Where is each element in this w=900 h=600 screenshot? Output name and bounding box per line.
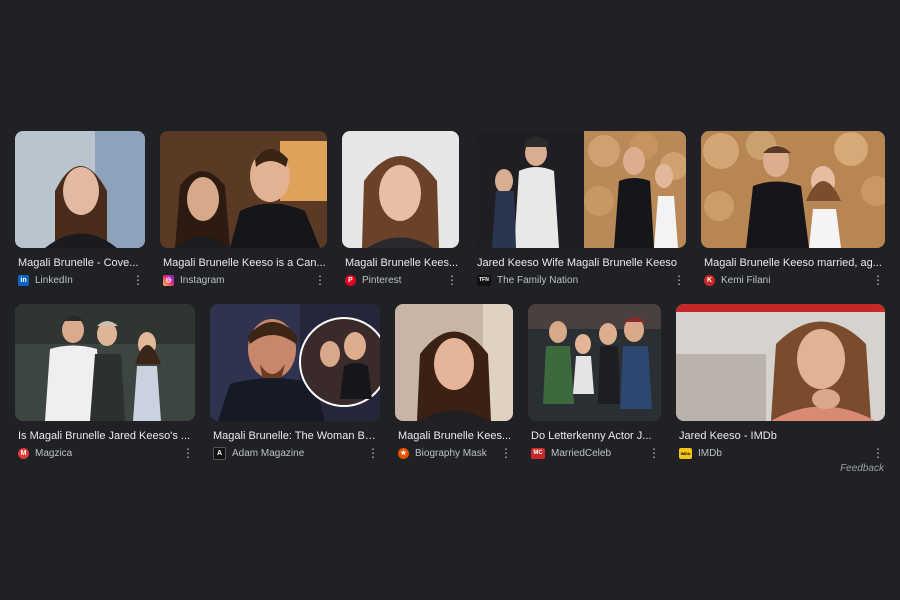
result-thumbnail[interactable] (160, 131, 327, 248)
result-source-row: TFN The Family Nation ⋮ (474, 273, 686, 287)
the-family-nation-icon: TFN (477, 274, 491, 286)
result-thumbnail[interactable] (15, 131, 145, 248)
result-source-row: A Adam Magazine ⋮ (210, 446, 380, 460)
more-options-icon[interactable]: ⋮ (131, 274, 145, 286)
more-options-icon[interactable]: ⋮ (672, 274, 686, 286)
result-title[interactable]: Magali Brunelle Kees... (342, 256, 459, 270)
result-source[interactable]: LinkedIn (35, 275, 131, 286)
more-options-icon[interactable]: ⋮ (647, 447, 661, 459)
more-options-icon[interactable]: ⋮ (871, 447, 885, 459)
result-source-row: K Kemi Filani ⋮ (701, 273, 885, 287)
more-options-icon[interactable]: ⋮ (445, 274, 459, 286)
more-options-icon[interactable]: ⋮ (871, 274, 885, 286)
result-card[interactable]: Magali Brunelle Keeso is a Can... ◎ Inst… (160, 131, 327, 287)
result-source[interactable]: Magzica (35, 448, 181, 459)
result-source-row: ★ Biography Mask ⋮ (395, 446, 513, 460)
result-source-row: ◎ Instagram ⋮ (160, 273, 327, 287)
result-thumbnail[interactable] (210, 304, 380, 421)
result-source[interactable]: The Family Nation (497, 275, 672, 286)
result-thumbnail[interactable] (474, 131, 686, 248)
result-card[interactable]: Jared Keeso - IMDb IMDb IMDb ⋮ (676, 304, 885, 460)
result-title[interactable]: Magali Brunelle Keeso is a Can... (160, 256, 327, 270)
result-card[interactable]: Do Letterkenny Actor J... MC MarriedCele… (528, 304, 661, 460)
feedback-link[interactable]: Feedback (840, 463, 884, 474)
instagram-icon: ◎ (163, 274, 174, 286)
result-thumbnail[interactable] (15, 304, 195, 421)
result-thumbnail[interactable] (676, 304, 885, 421)
kemi-filani-icon: K (704, 274, 715, 286)
more-options-icon[interactable]: ⋮ (313, 274, 327, 286)
linkedin-icon: in (18, 274, 29, 286)
result-thumbnail[interactable] (528, 304, 661, 421)
result-source[interactable]: Pinterest (362, 275, 445, 286)
result-card[interactable]: Magali Brunelle - Cove... in LinkedIn ⋮ (15, 131, 145, 287)
result-source-row: MC MarriedCeleb ⋮ (528, 446, 661, 460)
result-card[interactable]: Magali Brunelle Kees... ★ Biography Mask… (395, 304, 513, 460)
result-title[interactable]: Jared Keeso - IMDb (676, 429, 885, 443)
biography-mask-icon: ★ (398, 447, 409, 459)
result-title[interactable]: Magali Brunelle - Cove... (15, 256, 145, 270)
result-title[interactable]: Magali Brunelle Kees... (395, 429, 513, 443)
result-card[interactable]: Is Magali Brunelle Jared Keeso's ... M M… (15, 304, 195, 460)
magzica-icon: M (18, 447, 29, 459)
result-thumbnail[interactable] (701, 131, 885, 248)
result-source[interactable]: IMDb (698, 448, 871, 459)
pinterest-icon: P (345, 274, 356, 286)
adam-magazine-icon: A (213, 446, 226, 460)
more-options-icon[interactable]: ⋮ (499, 447, 513, 459)
result-source[interactable]: Instagram (180, 275, 313, 286)
result-card[interactable]: Jared Keeso Wife Magali Brunelle Keeso T… (474, 131, 686, 287)
result-source[interactable]: Biography Mask (415, 448, 499, 459)
result-source-row: M Magzica ⋮ (15, 446, 195, 460)
result-title[interactable]: Jared Keeso Wife Magali Brunelle Keeso (474, 256, 686, 270)
result-thumbnail[interactable] (342, 131, 459, 248)
result-title[interactable]: Magali Brunelle: The Woman Be... (210, 429, 380, 443)
result-title[interactable]: Is Magali Brunelle Jared Keeso's ... (15, 429, 195, 443)
result-source-row: P Pinterest ⋮ (342, 273, 459, 287)
imdb-icon: IMDb (679, 447, 692, 459)
more-options-icon[interactable]: ⋮ (366, 447, 380, 459)
married-celeb-icon: MC (531, 447, 545, 459)
result-source[interactable]: Kemi Filani (721, 275, 871, 286)
result-card[interactable]: Magali Brunelle Keeso married, ag... K K… (701, 131, 885, 287)
result-source-row: IMDb IMDb ⋮ (676, 446, 885, 460)
result-thumbnail[interactable] (395, 304, 513, 421)
image-results-page: Magali Brunelle - Cove... in LinkedIn ⋮ … (0, 0, 900, 600)
more-options-icon[interactable]: ⋮ (181, 447, 195, 459)
result-title[interactable]: Do Letterkenny Actor J... (528, 429, 661, 443)
result-source[interactable]: MarriedCeleb (551, 448, 647, 459)
result-source-row: in LinkedIn ⋮ (15, 273, 145, 287)
result-card[interactable]: Magali Brunelle: The Woman Be... A Adam … (210, 304, 380, 460)
result-title[interactable]: Magali Brunelle Keeso married, ag... (701, 256, 885, 270)
result-source[interactable]: Adam Magazine (232, 448, 366, 459)
result-card[interactable]: Magali Brunelle Kees... P Pinterest ⋮ (342, 131, 459, 287)
